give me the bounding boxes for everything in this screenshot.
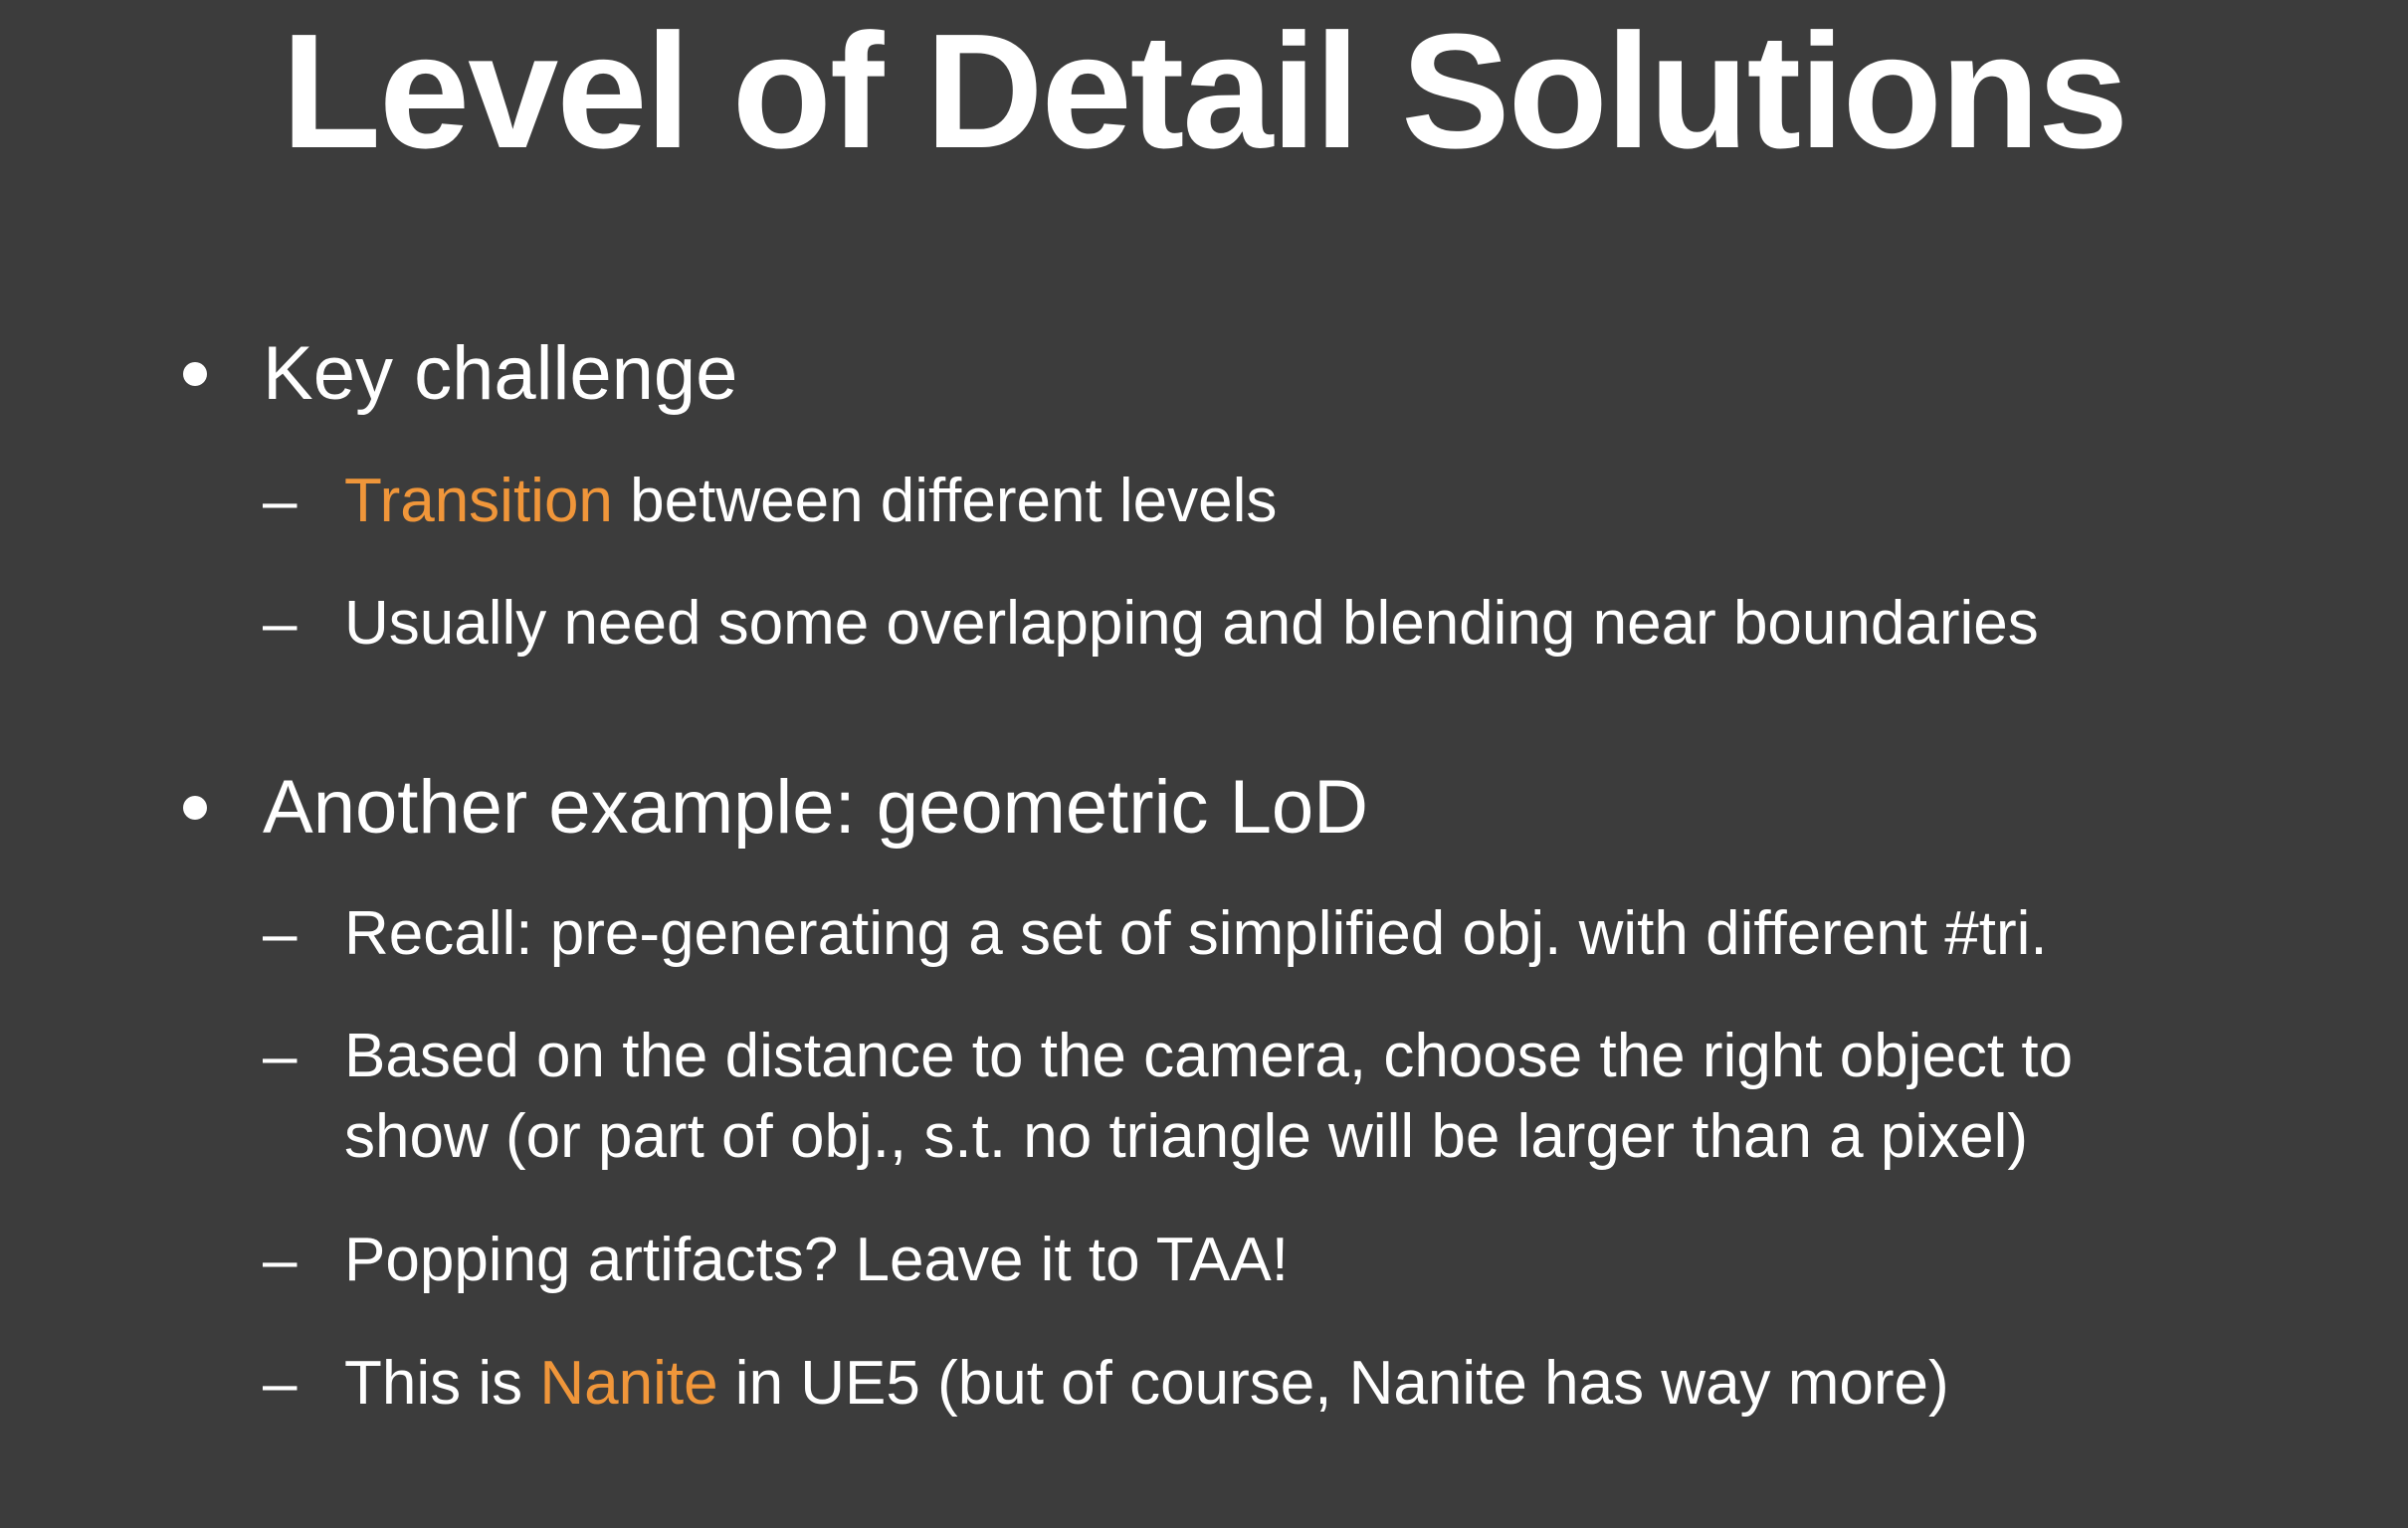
- highlight-nanite: Nanite: [539, 1349, 718, 1418]
- bullet-text: Key challenge: [263, 331, 738, 416]
- bullet-text: Another example: geometric LoD: [263, 765, 1369, 850]
- sub-bullet-text: Based on the distance to the camera, cho…: [344, 1016, 2073, 1177]
- dash-marker: –: [263, 1349, 298, 1418]
- sub-bullet-line-1: Based on the distance to the camera, cho…: [344, 1022, 2074, 1090]
- dash-marker: –: [263, 467, 298, 535]
- bullet-dot: [183, 796, 207, 820]
- sub-bullet-text: Transition between different levels: [344, 461, 1277, 541]
- sub-bullet-line-2: show (or part of obj., s.t. no triangle …: [344, 1102, 2029, 1171]
- highlight-transition: Transition: [344, 467, 613, 535]
- sub-bullet-text: Recall: pre-generating a set of simplifi…: [344, 899, 2048, 968]
- dash-marker: –: [263, 1226, 298, 1294]
- sub-bullet-text: Popping artifacts? Leave it to TAA!: [344, 1226, 1289, 1294]
- slide: Level of Detail Solutions Key challenge …: [0, 0, 2408, 1528]
- sub-bullet-after: in UE5 (but of course, Nanite has way mo…: [717, 1349, 1949, 1418]
- dash-marker: –: [263, 899, 298, 968]
- dash-marker: –: [263, 1022, 298, 1090]
- sub-bullet-before: This is: [344, 1349, 540, 1418]
- sub-bullet-rest: between different levels: [612, 467, 1278, 535]
- bullet-dot: [183, 362, 207, 386]
- dash-marker: –: [263, 589, 298, 658]
- sub-bullet-text: This is Nanite in UE5 (but of course, Na…: [344, 1343, 1949, 1424]
- sub-bullet-text: Usually need some overlapping and blendi…: [344, 589, 2039, 658]
- slide-title: Level of Detail Solutions: [281, 0, 2129, 182]
